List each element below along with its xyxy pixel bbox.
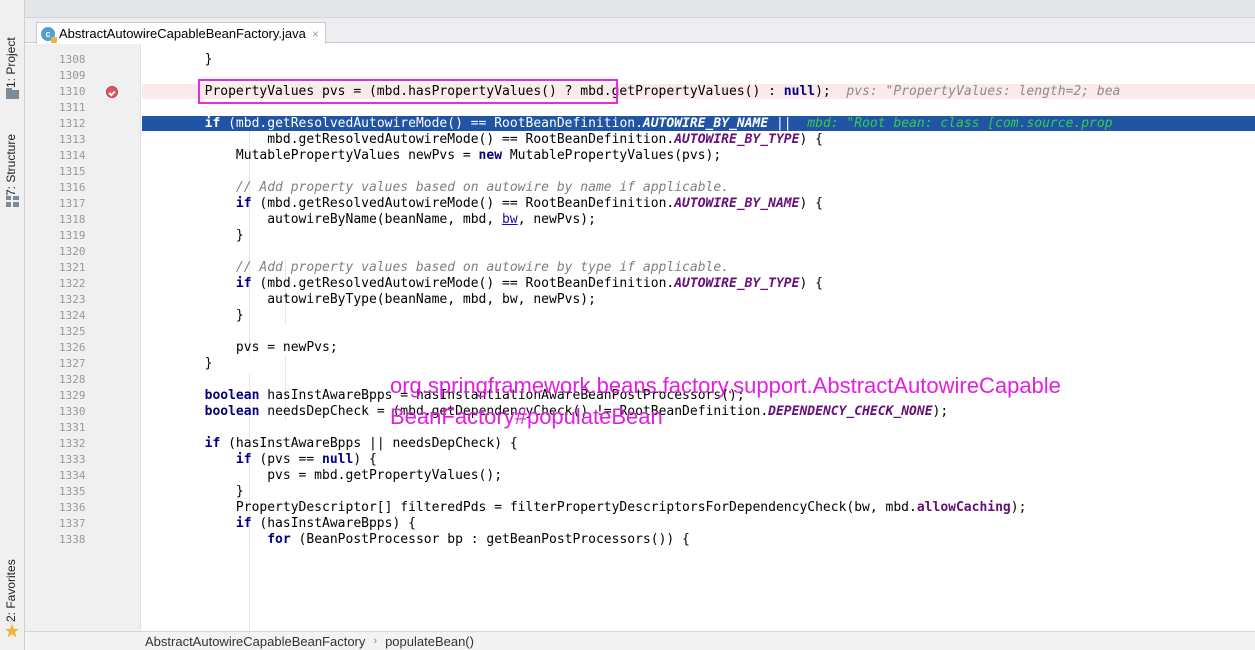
breakpoint-icon[interactable] bbox=[106, 86, 118, 98]
line-number: 1330 bbox=[59, 405, 86, 418]
line-number: 1329 bbox=[59, 389, 86, 402]
line-number: 1332 bbox=[59, 437, 86, 450]
line-number: 1331 bbox=[59, 421, 86, 434]
line-number: 1311 bbox=[59, 101, 86, 114]
code-line[interactable]: if (hasInstAwareBpps) { bbox=[142, 516, 1255, 531]
line-number: 1335 bbox=[59, 485, 86, 498]
highlight-box bbox=[198, 79, 618, 104]
tool-window-strip: 1: Project 7: Structure 2: Favorites bbox=[0, 0, 25, 650]
code-line[interactable]: } bbox=[142, 52, 1255, 67]
code-line[interactable] bbox=[142, 164, 1255, 179]
code-line[interactable]: autowireByName(beanName, mbd, bw, newPvs… bbox=[142, 212, 1255, 227]
line-number: 1317 bbox=[59, 197, 86, 210]
code-line[interactable]: if (hasInstAwareBpps || needsDepCheck) { bbox=[142, 436, 1255, 451]
code-line[interactable]: if (mbd.getResolvedAutowireMode() == Roo… bbox=[142, 276, 1255, 291]
breadcrumb-separator: › bbox=[373, 635, 378, 647]
line-gutter[interactable]: 1308 1309 1310 1311 1312 1313 1314 1315 1316 1317… bbox=[25, 44, 141, 631]
code-line[interactable]: pvs = newPvs; bbox=[142, 340, 1255, 355]
editor-tab-label: AbstractAutowireCapableBeanFactory.java bbox=[59, 26, 306, 41]
line-number: 1322 bbox=[59, 277, 86, 290]
breadcrumb-class[interactable]: AbstractAutowireCapableBeanFactory bbox=[145, 634, 365, 649]
line-number: 1328 bbox=[59, 373, 86, 386]
execution-line[interactable]: if (mbd.getResolvedAutowireMode() == Roo… bbox=[142, 116, 1255, 131]
line-number: 1338 bbox=[59, 533, 86, 546]
favorites-tool-button[interactable]: 2: Favorites bbox=[3, 552, 22, 622]
project-tool-button[interactable]: 1: Project bbox=[3, 24, 22, 90]
breadcrumb: AbstractAutowireCapableBeanFactory › pop… bbox=[25, 631, 1255, 650]
line-number: 1324 bbox=[59, 309, 86, 322]
code-line[interactable]: mbd.getResolvedAutowireMode() == RootBea… bbox=[142, 132, 1255, 147]
line-number: 1308 bbox=[59, 53, 86, 66]
code-line[interactable]: } bbox=[142, 356, 1255, 371]
line-number: 1336 bbox=[59, 501, 86, 514]
annotation-line-2: BeanFactory#populateBean bbox=[390, 404, 663, 429]
code-line[interactable]: // Add property values based on autowire… bbox=[142, 260, 1255, 275]
code-line[interactable]: autowireByType(beanName, mbd, bw, newPvs… bbox=[142, 292, 1255, 307]
structure-icon bbox=[6, 196, 19, 207]
code-line[interactable] bbox=[142, 244, 1255, 259]
code-line[interactable]: } bbox=[142, 308, 1255, 323]
close-icon[interactable]: × bbox=[312, 27, 319, 41]
line-number: 1323 bbox=[59, 293, 86, 306]
line-number: 1312 bbox=[59, 117, 86, 130]
line-number: 1337 bbox=[59, 517, 86, 530]
line-number: 1309 bbox=[59, 69, 86, 82]
line-number: 1315 bbox=[59, 165, 86, 178]
line-number: 1314 bbox=[59, 149, 86, 162]
line-number: 1319 bbox=[59, 229, 86, 242]
code-line[interactable]: pvs = mbd.getPropertyValues(); bbox=[142, 468, 1255, 483]
code-line[interactable]: // Add property values based on autowire… bbox=[142, 180, 1255, 195]
line-number: 1334 bbox=[59, 469, 86, 482]
code-line[interactable]: for (BeanPostProcessor bp : getBeanPostP… bbox=[142, 532, 1255, 547]
favorites-tool-label: 2: Favorites bbox=[4, 559, 18, 622]
structure-tool-button[interactable]: 7: Structure bbox=[3, 122, 22, 198]
tab-strip-top bbox=[25, 0, 1255, 18]
code-line[interactable]: MutablePropertyValues newPvs = new Mutab… bbox=[142, 148, 1255, 163]
line-number: 1321 bbox=[59, 261, 86, 274]
editor-tab[interactable]: c AbstractAutowireCapableBeanFactory.jav… bbox=[36, 22, 326, 44]
line-number: 1327 bbox=[59, 357, 86, 370]
code-line[interactable] bbox=[142, 324, 1255, 339]
line-number: 1313 bbox=[59, 133, 86, 146]
folder-icon bbox=[6, 88, 19, 99]
line-number: 1318 bbox=[59, 213, 86, 226]
line-number: 1320 bbox=[59, 245, 86, 258]
code-line[interactable]: } bbox=[142, 484, 1255, 499]
code-editor[interactable]: } PropertyValues pvs = (mbd.hasPropertyV… bbox=[142, 44, 1255, 631]
annotation-line-1: org.springframework.beans.factory.suppor… bbox=[390, 373, 1061, 398]
structure-tool-label: 7: Structure bbox=[4, 133, 18, 196]
breadcrumb-method[interactable]: populateBean() bbox=[385, 634, 474, 649]
class-icon: c bbox=[41, 26, 57, 43]
line-number: 1316 bbox=[59, 181, 86, 194]
line-number: 1333 bbox=[59, 453, 86, 466]
line-number: 1326 bbox=[59, 341, 86, 354]
line-number: 1310 bbox=[59, 85, 86, 98]
code-line[interactable]: if (pvs == null) { bbox=[142, 452, 1255, 467]
star-icon bbox=[5, 624, 19, 638]
code-line[interactable]: if (mbd.getResolvedAutowireMode() == Roo… bbox=[142, 196, 1255, 211]
project-tool-label: 1: Project bbox=[4, 37, 18, 88]
code-line[interactable]: } bbox=[142, 228, 1255, 243]
line-number: 1325 bbox=[59, 325, 86, 338]
code-line[interactable]: PropertyDescriptor[] filteredPds = filte… bbox=[142, 500, 1255, 515]
